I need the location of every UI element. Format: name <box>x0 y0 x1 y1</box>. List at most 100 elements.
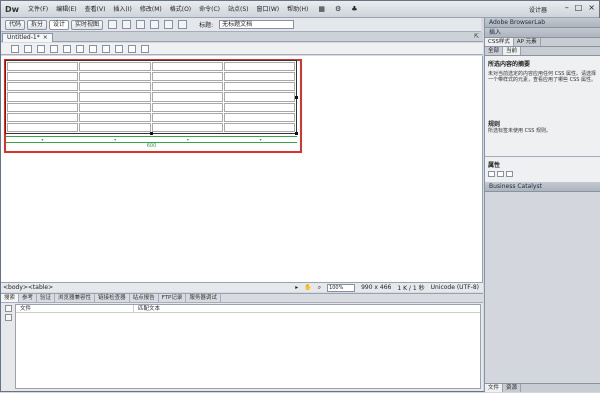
menu-help[interactable]: 帮助(H) <box>283 1 312 18</box>
design-view-button[interactable]: 设计 <box>49 19 70 30</box>
table-cell[interactable] <box>223 102 295 112</box>
play-icon[interactable] <box>5 305 12 312</box>
menu-view[interactable]: 查看(V) <box>81 1 110 18</box>
layout-icon[interactable]: ▦ <box>318 5 325 13</box>
table-cell[interactable] <box>151 72 223 82</box>
resize-handle-corner[interactable] <box>295 132 298 135</box>
table-cell[interactable] <box>151 92 223 102</box>
close-icon[interactable]: × <box>588 3 595 12</box>
table-cell[interactable] <box>151 82 223 92</box>
tab-reference[interactable]: 参考 <box>19 294 38 302</box>
code-view-button[interactable]: 代码 <box>5 19 26 30</box>
save-icon[interactable] <box>37 44 45 53</box>
zoom-select[interactable]: 100% <box>327 283 356 292</box>
minimize-icon[interactable]: – <box>565 3 569 12</box>
table-cell[interactable] <box>7 102 79 112</box>
file-management-icon[interactable] <box>164 20 174 29</box>
redo-icon[interactable] <box>141 44 149 53</box>
menu-insert[interactable]: 插入(I) <box>109 1 135 18</box>
undo-icon[interactable] <box>128 44 136 53</box>
extend-icon[interactable]: ⚙ <box>335 5 341 13</box>
table-cell[interactable] <box>79 112 151 122</box>
menu-modify[interactable]: 修改(M) <box>136 1 166 18</box>
col-file[interactable]: 文件 <box>16 305 134 312</box>
window-size[interactable]: 990 x 466 <box>361 284 391 291</box>
inspect-icon[interactable] <box>122 20 132 29</box>
tab-files[interactable]: 文件 <box>485 384 504 392</box>
selected-table[interactable] <box>5 60 297 134</box>
table-cell[interactable] <box>223 72 295 82</box>
site-icon[interactable]: ♣ <box>351 5 357 13</box>
table-cell[interactable] <box>7 82 79 92</box>
workspace-switcher[interactable]: 设计器 <box>529 5 547 14</box>
menu-file[interactable]: 文件(F) <box>24 1 52 18</box>
paste-icon[interactable] <box>102 44 110 53</box>
print-icon[interactable] <box>63 44 71 53</box>
menu-commands[interactable]: 命令(C) <box>195 1 224 18</box>
refresh-icon[interactable] <box>178 20 188 29</box>
menu-window[interactable]: 窗口(W) <box>253 1 284 18</box>
tab-all[interactable]: 全部 <box>485 47 504 55</box>
menu-format[interactable]: 格式(O) <box>166 1 195 18</box>
close-tab-icon[interactable]: × <box>43 34 48 41</box>
insert-panel[interactable]: 插入 <box>485 28 600 38</box>
table-cell[interactable] <box>151 62 223 72</box>
table-cell[interactable] <box>7 112 79 122</box>
hand-tool-icon[interactable]: ✋ <box>304 284 311 291</box>
tab-validation[interactable]: 验证 <box>37 294 56 302</box>
live-code-icon[interactable] <box>108 20 118 29</box>
tab-site-reports[interactable]: 站点报告 <box>130 294 159 302</box>
category-view-icon[interactable] <box>488 171 495 177</box>
table-width-label[interactable]: 600 <box>6 142 297 149</box>
table-cell[interactable] <box>223 92 295 102</box>
copy-icon[interactable] <box>76 44 84 53</box>
table-cell[interactable] <box>79 92 151 102</box>
zoom-tool-icon[interactable]: ⌕ <box>318 284 321 292</box>
browserlab-panel[interactable]: Adobe BrowserLab <box>485 18 600 28</box>
multiscreen-icon[interactable] <box>136 20 146 29</box>
table-cell[interactable] <box>223 62 295 72</box>
tab-assets[interactable]: 资源 <box>503 384 522 392</box>
table-cell[interactable] <box>79 102 151 112</box>
table-cell[interactable] <box>7 92 79 102</box>
list-view-icon[interactable] <box>497 171 504 177</box>
save-all-icon[interactable] <box>50 44 58 53</box>
menu-site[interactable]: 站点(S) <box>224 1 253 18</box>
col-match[interactable]: 匹配文本 <box>134 305 160 312</box>
live-view-button[interactable]: 实时视图 <box>71 19 104 30</box>
split-view-button[interactable]: 拆分 <box>27 19 48 30</box>
paste-special-icon[interactable] <box>115 44 123 53</box>
table-cell[interactable] <box>223 82 295 92</box>
table-cell[interactable] <box>223 112 295 122</box>
maximize-icon[interactable]: □ <box>575 3 583 12</box>
tab-ap-elements[interactable]: AP 元素 <box>514 38 541 46</box>
tab-css-styles[interactable]: CSS样式 <box>485 38 514 46</box>
new-doc-icon[interactable] <box>11 44 19 53</box>
resize-handle-bottom[interactable] <box>150 132 153 135</box>
results-list[interactable]: 文件 匹配文本 <box>15 304 481 389</box>
title-input[interactable]: 无标题文档 <box>219 20 295 29</box>
tab-untitled-1[interactable]: Untitled-1* × <box>2 33 53 42</box>
tab-ftp-log[interactable]: FTP记录 <box>159 294 187 302</box>
table-cell[interactable] <box>79 122 151 132</box>
cut-icon[interactable] <box>89 44 97 53</box>
table-cell[interactable] <box>7 122 79 132</box>
table-cell[interactable] <box>79 72 151 82</box>
menu-edit[interactable]: 编辑(E) <box>52 1 80 18</box>
tab-search[interactable]: 搜索 <box>1 294 20 302</box>
open-icon[interactable] <box>24 44 32 53</box>
set-props-icon[interactable] <box>506 171 513 177</box>
business-catalyst-panel[interactable]: Business Catalyst <box>485 182 600 192</box>
tag-selector[interactable]: <body><table> <box>3 284 53 291</box>
table-cell[interactable] <box>151 102 223 112</box>
design-view[interactable]: ▾ ▾ ▾ ▾ 600 <box>1 56 483 282</box>
table-cell[interactable] <box>79 82 151 92</box>
table-cell[interactable] <box>79 62 151 72</box>
restore-icon[interactable]: ⇱ <box>474 33 479 40</box>
table-cell[interactable] <box>151 112 223 122</box>
tab-server-debug[interactable]: 服务器调试 <box>186 294 221 302</box>
tab-current[interactable]: 当前 <box>503 47 522 55</box>
preview-browser-icon[interactable] <box>150 20 160 29</box>
resize-handle-right[interactable] <box>295 96 298 99</box>
table-cell[interactable] <box>223 122 295 132</box>
